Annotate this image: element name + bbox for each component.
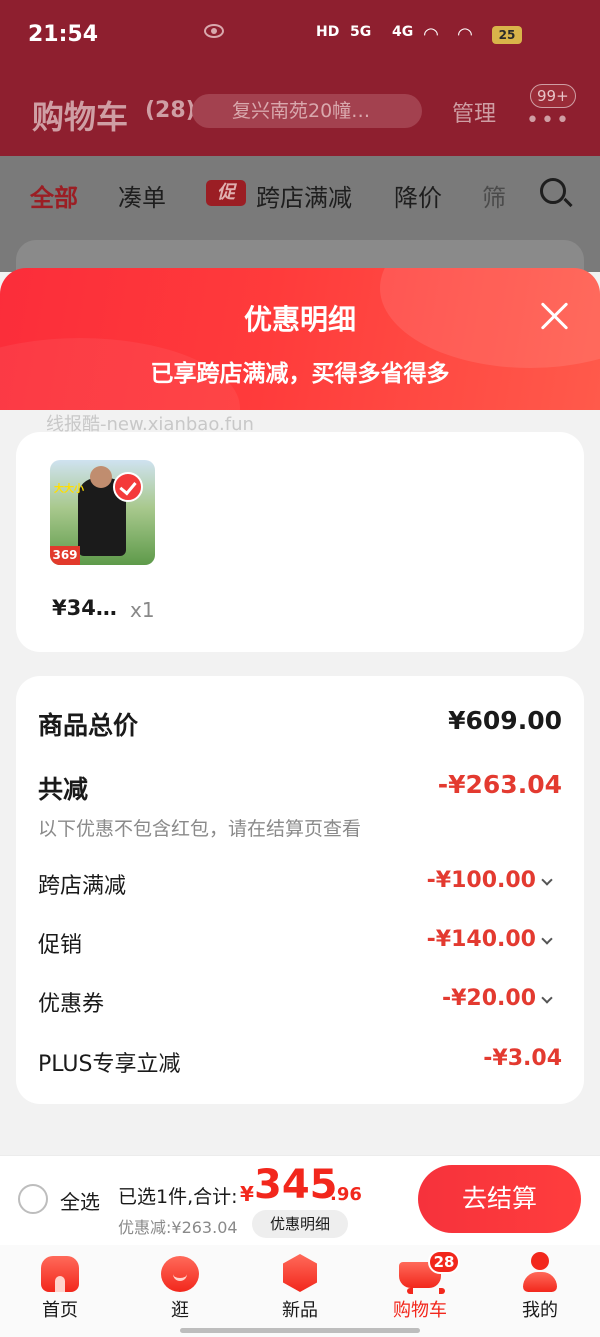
total-amount: 345 [254,1162,338,1208]
message-badge: 99+ [530,84,576,108]
filter-all[interactable]: 全部 [30,178,78,213]
check-icon[interactable] [113,472,143,502]
cart-header: 购物车 (28) 复兴南苑20幢… 管理 ••• 99+ [0,80,600,140]
reduce-note: 以下优惠不包含红包，请在结算页查看 [38,818,362,840]
battery-icon: 25 [492,26,522,44]
discount-row-value[interactable]: -¥20.00 [442,986,536,1011]
product-price: ¥34… [52,596,117,620]
discount-row-value[interactable]: -¥140.00 [427,927,536,952]
checkout-button[interactable]: 去结算 [418,1165,581,1233]
discount-row-value: -¥3.04 [483,1046,562,1071]
home-icon [39,1252,81,1292]
selected-count: 已选1件,合计: [118,1186,238,1208]
select-all-radio[interactable] [18,1184,48,1214]
new-icon [279,1252,321,1292]
address-selector[interactable]: 复兴南苑20幢… [192,94,422,128]
signal-4g-icon: 4G [392,24,414,40]
tab-label: 我的 [522,1300,558,1321]
tab-label: 首页 [42,1300,78,1321]
product-image-price: 369 [50,546,80,565]
product-quantity: x1 [130,598,155,622]
tab-label: 逛 [171,1300,189,1321]
product-image[interactable]: 大大小 369 [50,460,155,565]
tab-me[interactable]: 我的 [500,1252,580,1322]
filter-combine[interactable]: 凑单 [118,178,166,213]
sheet-title: 优惠明细 [243,303,356,336]
tab-home[interactable]: 首页 [20,1252,100,1322]
cart-count-badge: 28 [428,1250,460,1274]
reduce-label: 共减 [38,775,89,804]
discount-sheet-header: 优惠明细 已享跨店满减，买得多省得多 [0,268,600,410]
cart-count: (28) [145,98,196,123]
hd-indicator: HD [316,24,340,40]
cart-title: 购物车 [32,98,129,136]
discount-row-label: 优惠券 [38,992,105,1017]
product-image-head [90,466,112,488]
tab-label: 购物车 [393,1300,447,1321]
reduce-value: -¥263.04 [437,770,562,799]
wifi-icon-2: ◠ [458,24,472,45]
discount-row-label: 促销 [38,933,83,958]
filter-screen[interactable]: 筛 [482,178,506,213]
discount-row-value[interactable]: -¥100.00 [427,868,536,893]
total-currency: ¥ [240,1182,254,1206]
status-time: 21:54 [28,22,99,47]
me-icon [519,1252,561,1292]
sheet-subtitle: 已享跨店满减，买得多省得多 [150,361,450,387]
signal-5g-icon: 5G [350,24,372,40]
select-all-label[interactable]: 全选 [60,1186,100,1215]
home-indicator [180,1328,420,1333]
tab-stroll[interactable]: 逛 [140,1252,220,1322]
discount-row-label: 跨店满减 [38,874,127,899]
filter-cross-store[interactable]: 跨店满减 [256,178,352,213]
status-bar: 21:54 HD 5G 4G ◠ ◠ 25 [0,0,600,72]
total-label: 商品总价 [38,711,139,740]
saved-amount: 优惠减:¥263.04 [118,1218,238,1237]
more-icon[interactable]: ••• [526,108,571,133]
total-amount-decimal: .96 [330,1184,362,1205]
promo-tag-icon: 促 [206,180,246,206]
stroll-icon [159,1252,201,1292]
tab-new[interactable]: 新品 [260,1252,340,1322]
manage-button[interactable]: 管理 [452,96,496,128]
discount-detail-button[interactable]: 优惠明细 [252,1210,348,1238]
search-icon[interactable] [540,178,566,204]
tab-label: 新品 [282,1300,318,1321]
total-value: ¥609.00 [448,706,562,735]
filter-price-drop[interactable]: 降价 [394,178,442,213]
discount-row-label: PLUS专享立减 [38,1052,181,1077]
eye-icon [204,24,224,38]
wifi-icon: ◠ [424,24,438,45]
close-icon[interactable] [538,300,570,332]
product-image-tag: 大大小 [54,484,84,495]
